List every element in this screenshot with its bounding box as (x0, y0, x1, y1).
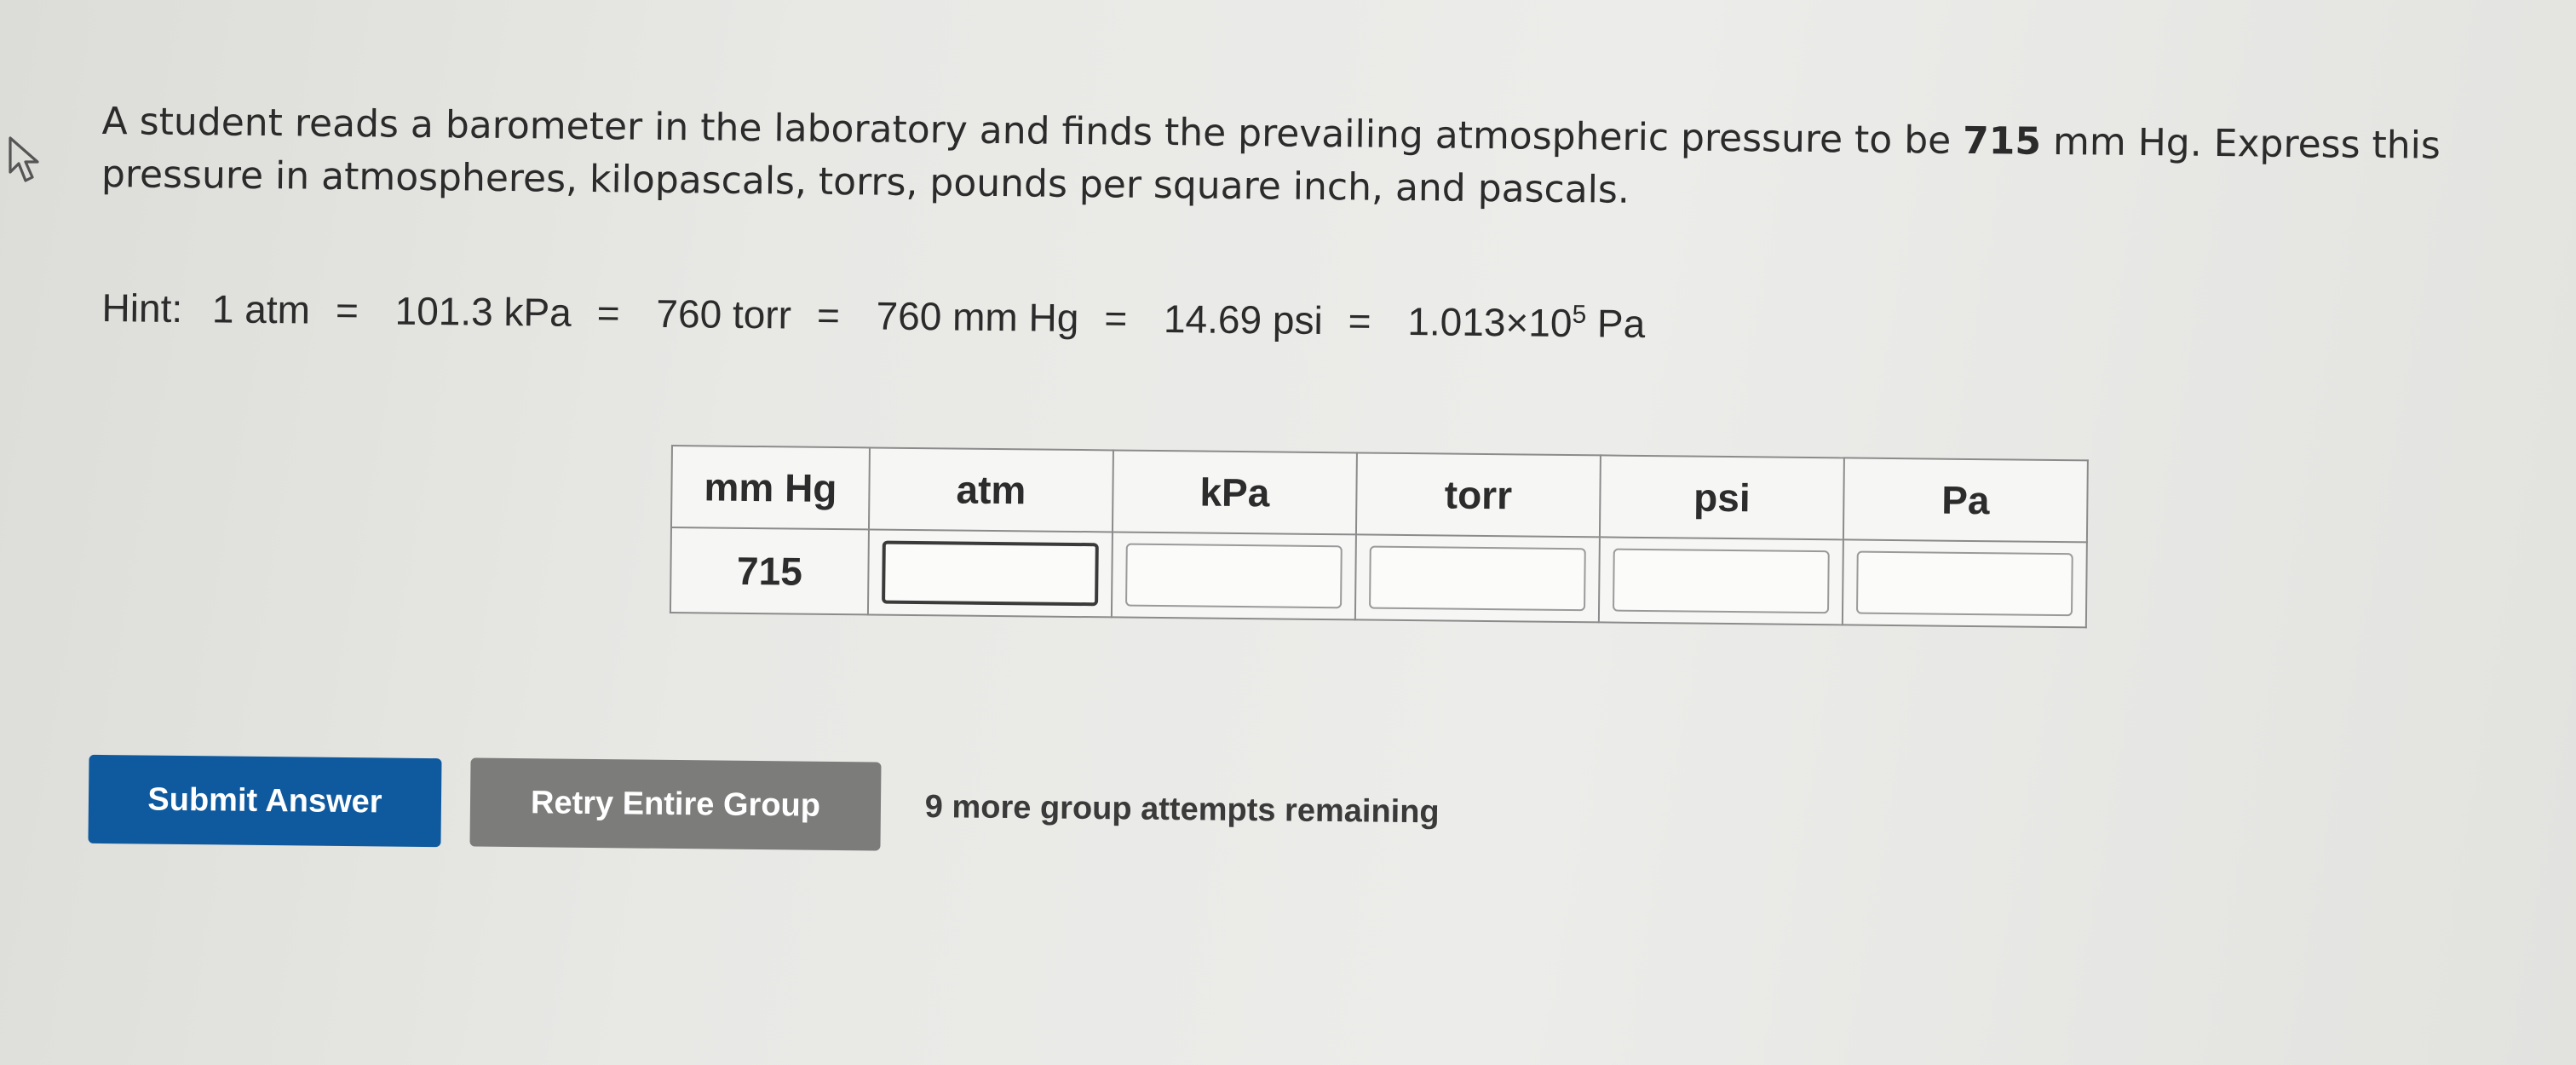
torr-input[interactable] (1369, 545, 1586, 612)
header-psi: psi (1599, 455, 1844, 540)
equals-sign: = (816, 293, 841, 338)
hint-part: 101.3 kPa (394, 288, 572, 336)
submit-answer-button[interactable]: Submit Answer (88, 754, 442, 848)
cell-torr (1354, 534, 1600, 623)
hint-part: 760 torr (656, 291, 792, 337)
cell-pa (1842, 539, 2087, 628)
hint-scientific-value: 1.013×105 Pa (1407, 299, 1645, 346)
question-pressure-value: 715 (1962, 118, 2042, 164)
hint-sci-mantissa: 1.013×10 (1407, 299, 1573, 346)
attempts-remaining-text: 9 more group attempts remaining (924, 789, 1440, 831)
equals-sign: = (335, 288, 359, 333)
given-mm-hg-value: 715 (670, 527, 869, 615)
equals-sign: = (596, 291, 620, 336)
cell-kpa (1111, 532, 1356, 620)
question-text-before: A student reads a barometer in the labor… (101, 99, 1964, 163)
header-atm: atm (868, 447, 1113, 532)
header-kpa: kPa (1112, 450, 1357, 535)
header-mm-hg: mm Hg (670, 446, 870, 530)
equals-sign: = (1104, 296, 1128, 341)
header-pa: Pa (1843, 458, 2088, 543)
table-header-row: mm Hg atm kPa torr psi Pa (670, 446, 2088, 543)
hint-sci-unit: Pa (1596, 301, 1646, 347)
cell-atm (867, 529, 1113, 618)
hint-part: 760 mm Hg (876, 293, 1079, 341)
hint-line: Hint: 1 atm = 101.3 kPa = 760 torr = 760 mm… (101, 274, 1664, 350)
header-torr: torr (1355, 452, 1601, 538)
pa-input[interactable] (1855, 550, 2073, 617)
mouse-pointer-icon (9, 136, 39, 182)
cell-psi (1598, 537, 1843, 625)
kpa-input[interactable] (1125, 543, 1343, 609)
psi-input[interactable] (1613, 548, 1830, 614)
retry-entire-group-button[interactable]: Retry Entire Group (469, 757, 882, 851)
conversion-table: mm Hg atm kPa torr psi Pa 715 (669, 445, 2089, 629)
hint-sci-exponent: 5 (1572, 301, 1587, 330)
hint-part: 1 atm (211, 286, 311, 332)
hint-part: 14.69 psi (1163, 296, 1323, 343)
question-text: A student reads a barometer in the labor… (101, 95, 2556, 227)
atm-input[interactable] (882, 540, 1099, 607)
equals-sign: = (1348, 298, 1371, 343)
table-row: 715 (670, 527, 2087, 628)
hint-label: Hint: (101, 285, 183, 331)
